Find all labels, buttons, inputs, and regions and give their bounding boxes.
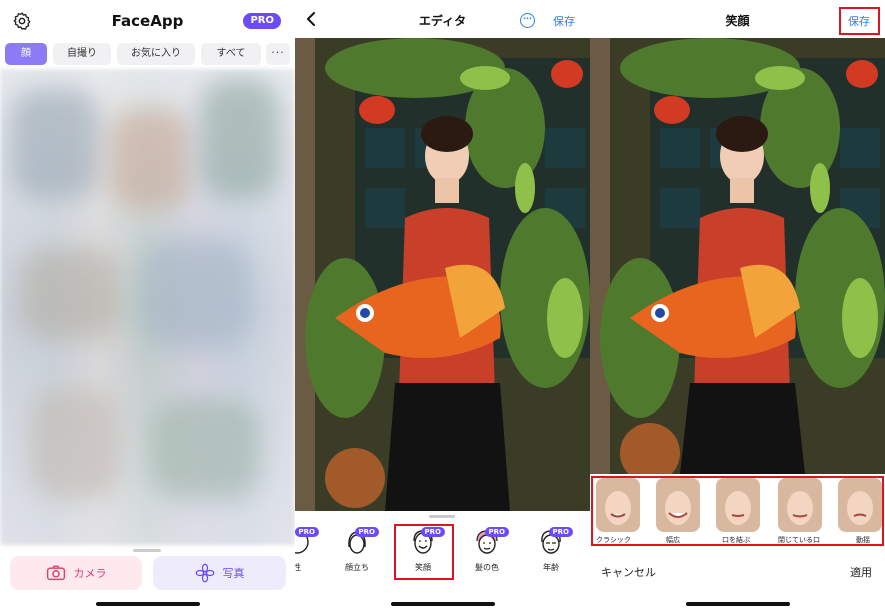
highlight-smile-tool (394, 524, 454, 580)
tool-hair-color[interactable]: 髪の色 PRO (457, 527, 517, 573)
pro-badge: PRO (295, 527, 319, 537)
highlight-smile-options (591, 476, 884, 546)
pro-badge: PRO (354, 527, 379, 537)
home-header: FaceApp PRO (0, 0, 295, 42)
editor-screen: エディタ ··· 保存 性 PRO 顔立ち PRO 笑顔 PRO 髪の色 PRO… (295, 0, 590, 611)
tool-age[interactable]: 年齢 PRO (521, 527, 581, 573)
tool-features[interactable]: 顔立ち PRO (327, 527, 387, 573)
home-indicator (390, 602, 495, 606)
editor-title: エディタ (418, 14, 467, 28)
home-indicator (685, 602, 790, 606)
category-chips: 顔 自撮り お気に入り すべて ··· (5, 43, 290, 65)
editor-photo (295, 38, 590, 511)
camera-icon (46, 565, 65, 581)
apply-button[interactable]: 適用 (850, 564, 872, 580)
chip-face[interactable]: 顔 (5, 43, 47, 65)
smile-photo (590, 38, 885, 474)
photo-label: 写真 (222, 567, 245, 580)
more-icon[interactable]: ··· (266, 43, 290, 65)
sheet-handle[interactable] (429, 515, 455, 518)
home-screen: FaceApp PRO 顔 自撮り お気に入り すべて ··· カメラ 写真 (0, 0, 295, 611)
camera-button[interactable]: カメラ (10, 556, 142, 590)
chip-favorites[interactable]: お気に入り (117, 43, 195, 65)
more-options-icon[interactable]: ··· (520, 13, 535, 28)
chip-selfie[interactable]: 自撮り (53, 43, 111, 65)
smile-screen: 笑顔 保存 クラシック 幅広 口を結ぶ 閉じている口 動揺 キャンセル 適用 (590, 0, 885, 611)
photo-button[interactable]: 写真 (153, 556, 286, 590)
portrait-illustration (590, 38, 885, 474)
tool-gender[interactable]: 性 PRO (295, 527, 327, 573)
flower-icon (195, 563, 214, 583)
portrait-illustration (295, 38, 590, 511)
camera-label: カメラ (73, 567, 107, 580)
pro-badge[interactable]: PRO (243, 13, 281, 29)
sheet-handle[interactable] (133, 549, 161, 552)
home-indicator (95, 602, 200, 606)
editor-header: エディタ ··· 保存 (295, 0, 590, 38)
highlight-save (839, 7, 880, 35)
cancel-button[interactable]: キャンセル (601, 564, 656, 580)
chip-all[interactable]: すべて (201, 43, 261, 65)
save-button[interactable]: 保存 (553, 13, 575, 29)
pro-badge: PRO (548, 527, 573, 537)
blurred-photo-grid (0, 69, 295, 545)
pro-badge: PRO (484, 527, 509, 537)
